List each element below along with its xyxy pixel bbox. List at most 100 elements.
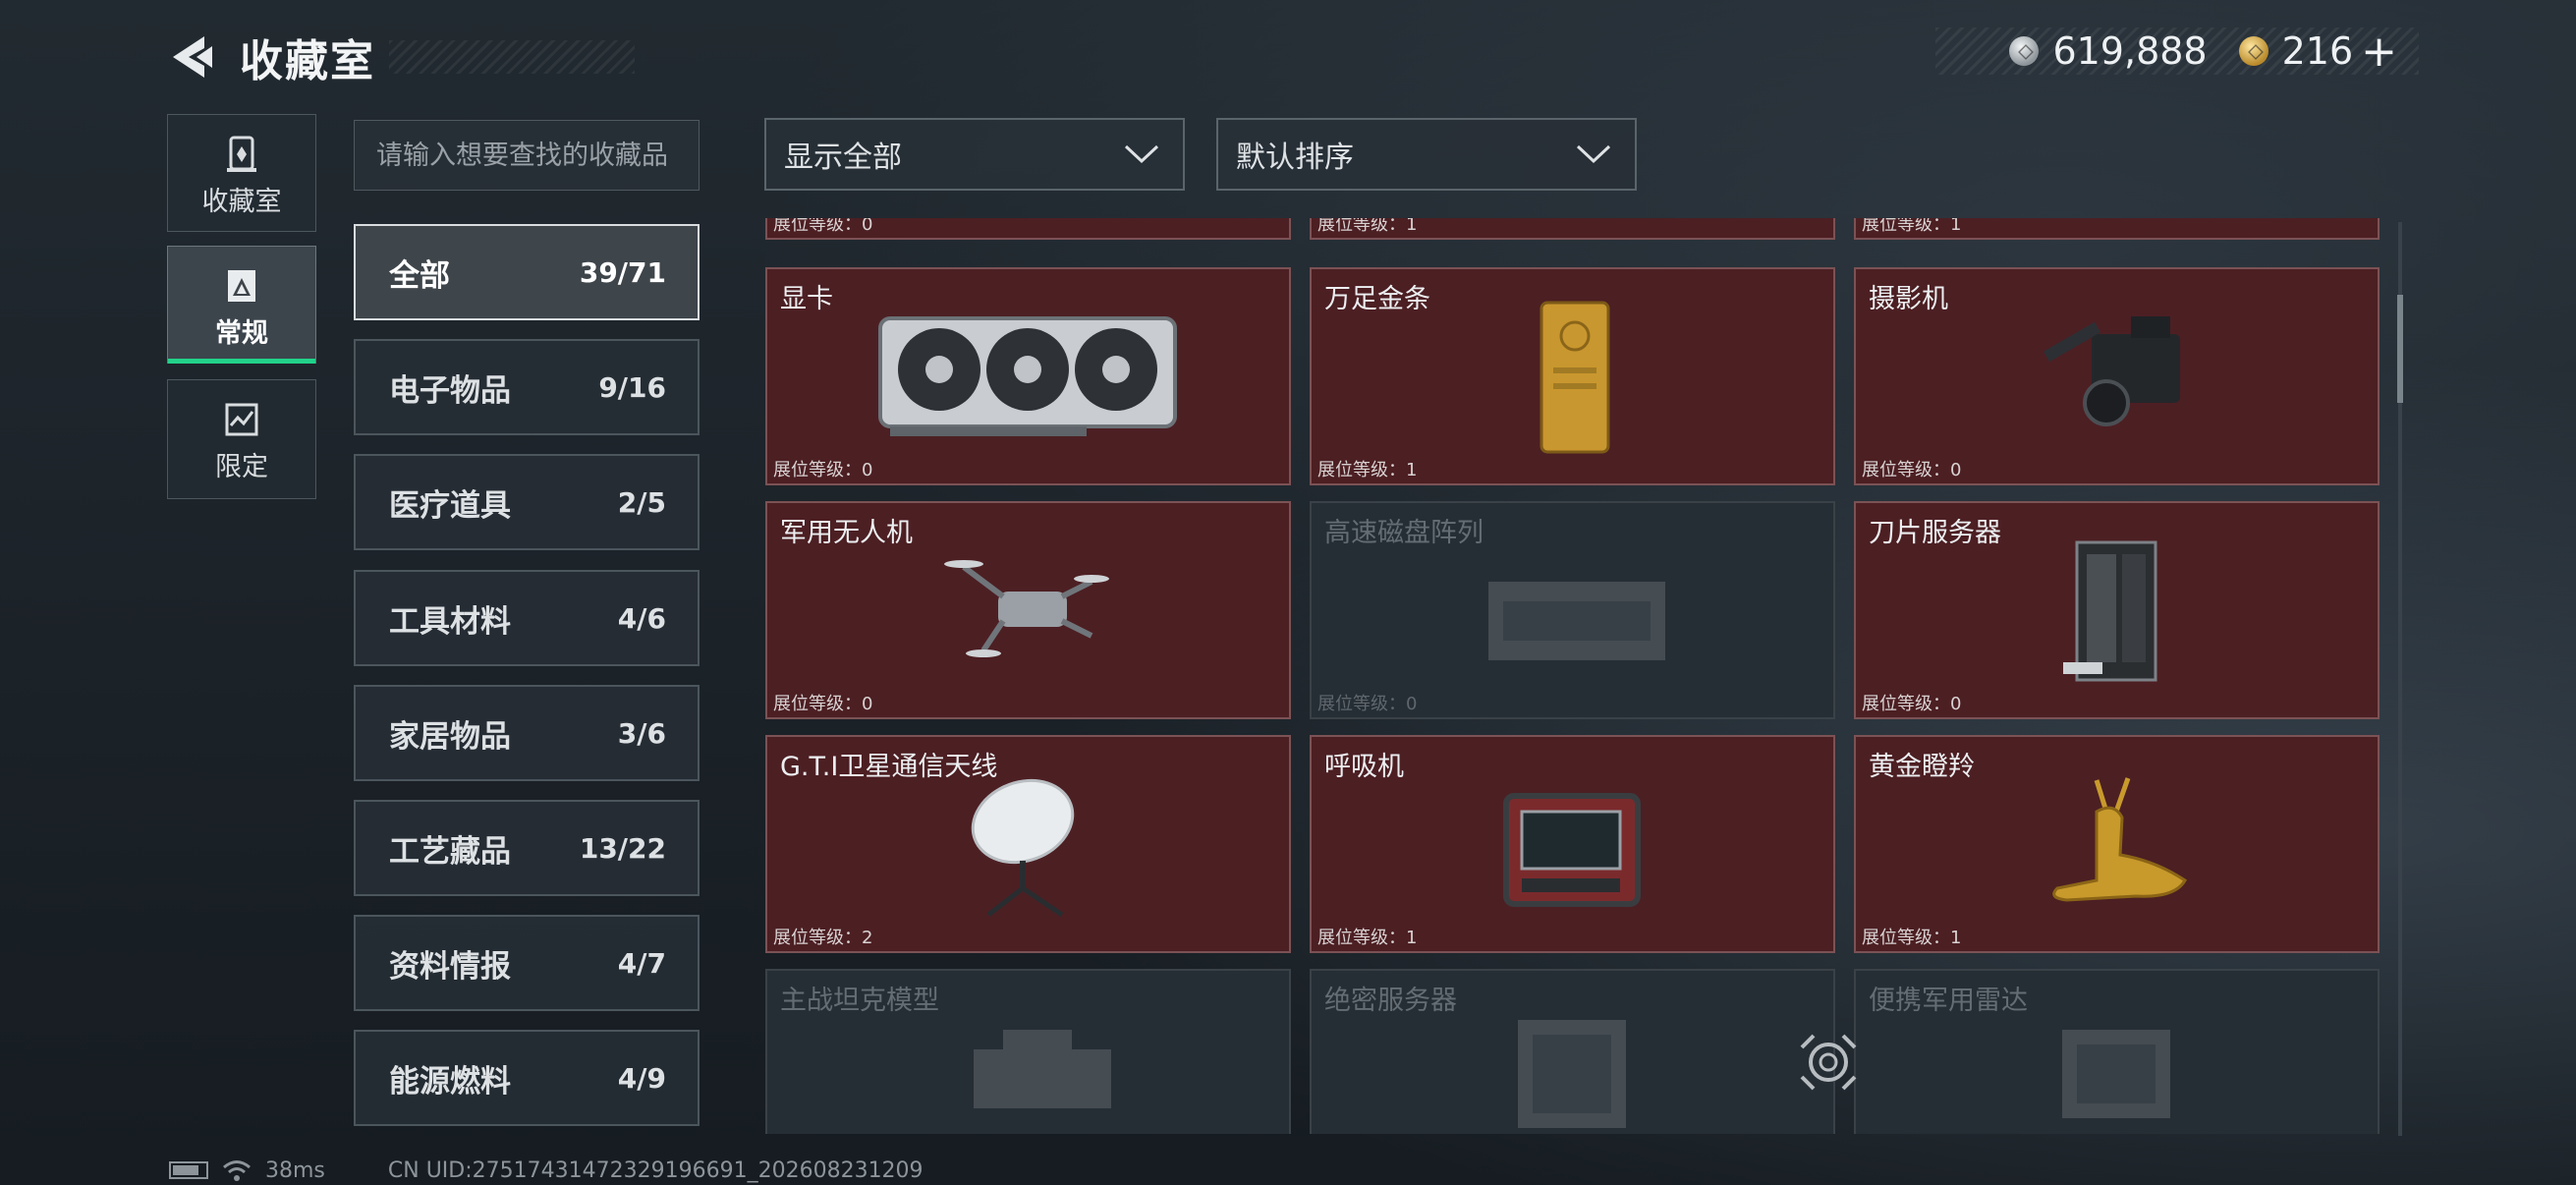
collection-card-secret-server[interactable]: 绝密服务器 [1310, 969, 1835, 1134]
currency-bar: 619,888 216 + [1935, 27, 2419, 77]
silver-coin-amount: 619,888 [2052, 29, 2208, 73]
collection-card-gold-bar[interactable]: 万足金条 展位等级：1 [1310, 267, 1835, 485]
category-household[interactable]: 家居物品 3/6 [354, 685, 700, 781]
collection-card-disk-array[interactable]: 高速磁盘阵列 展位等级：0 [1310, 501, 1835, 719]
booth-level: 展位等级：0 [773, 218, 873, 235]
booth-level: 展位等级：2 [773, 928, 873, 948]
item-name: 黄金瞪羚 [1869, 752, 1975, 782]
grid-scrollbar-thumb[interactable] [2397, 295, 2403, 403]
graphics-card-icon [878, 316, 1177, 436]
tab-regular[interactable]: 常规 [167, 246, 316, 364]
category-count: 39/71 [579, 255, 666, 289]
collection-search-input[interactable] [354, 120, 700, 191]
add-currency-button[interactable]: + [2361, 27, 2397, 77]
tab-limited[interactable]: 限定 [167, 379, 316, 499]
item-name: 呼吸机 [1324, 752, 1404, 782]
category-intel[interactable]: 资料情报 4/7 [354, 915, 700, 1011]
booth-level: 展位等级：0 [1862, 694, 1962, 714]
sort-dropdown[interactable]: 默认排序 [1216, 118, 1637, 191]
battery-icon [169, 1161, 208, 1179]
collection-card-graphics-card[interactable]: 显卡 展位等级：0 [765, 267, 1291, 485]
collection-card-tank-model[interactable]: 主战坦克模型 [765, 969, 1291, 1134]
category-energy[interactable]: 能源燃料 4/9 [354, 1030, 700, 1126]
gold-bar-icon [1540, 301, 1610, 454]
collection-card-video-camera[interactable]: 摄影机 展位等级：0 [1854, 267, 2380, 485]
tab-collection-room[interactable]: 收藏室 [167, 114, 316, 232]
category-name: 电子物品 [389, 372, 511, 409]
target-reticle-icon[interactable] [1794, 1028, 1863, 1097]
tab-label: 收藏室 [201, 187, 282, 217]
collection-card-partial[interactable]: 展位等级：1 [1310, 218, 1835, 240]
category-name: 医疗道具 [389, 487, 511, 524]
video-camera-icon [2044, 316, 2180, 426]
regular-icon [228, 270, 255, 302]
item-name: 摄影机 [1869, 284, 1948, 314]
title-decoration [389, 40, 635, 74]
wifi-icon [223, 1160, 251, 1181]
collection-card-blade-server[interactable]: 刀片服务器 展位等级：0 [1854, 501, 2380, 719]
category-count: 13/22 [579, 831, 666, 865]
drone-icon [944, 560, 1109, 657]
collection-card-partial[interactable]: 展位等级：0 [765, 218, 1291, 240]
tank-model-icon [974, 1030, 1111, 1108]
booth-level: 展位等级：1 [1317, 218, 1418, 235]
category-name: 资料情报 [389, 948, 511, 985]
status-footer: 38ms CN UID:27517431472329196691_2026082… [169, 1156, 924, 1185]
booth-level: 展位等级：0 [1317, 694, 1418, 714]
collection-card-portable-radar[interactable]: 便携军用雷达 [1854, 969, 2380, 1134]
booth-level: 展位等级：1 [1862, 928, 1962, 948]
booth-level: 展位等级：1 [1317, 460, 1418, 480]
collection-card-satellite-antenna[interactable]: G.T.I卫星通信天线 展位等级：2 [765, 735, 1291, 953]
category-count: 2/5 [617, 485, 666, 519]
category-name: 工具材料 [389, 603, 511, 640]
collection-card-drone[interactable]: 军用无人机 展位等级：0 [765, 501, 1291, 719]
ping-value: 38ms [265, 1157, 325, 1183]
booth-level: 展位等级：0 [1862, 460, 1962, 480]
category-count: 4/6 [617, 601, 666, 635]
secret-server-icon [1518, 1020, 1626, 1128]
item-name: 显卡 [780, 284, 833, 314]
category-medical[interactable]: 医疗道具 2/5 [354, 454, 700, 550]
tab-label: 常规 [215, 318, 268, 349]
category-crafts[interactable]: 工艺藏品 13/22 [354, 800, 700, 896]
item-name: 刀片服务器 [1869, 518, 2001, 548]
collection-card-golden-gazelle[interactable]: 黄金瞪羚 展位等级：1 [1854, 735, 2380, 953]
header: 收藏室 [167, 18, 635, 96]
item-name: 主战坦克模型 [780, 986, 939, 1016]
display-filter-value: 显示全部 [784, 141, 902, 175]
portable-radar-icon [2062, 1030, 2170, 1118]
category-count: 4/7 [617, 946, 666, 980]
category-name: 家居物品 [389, 718, 511, 755]
collection-room-icon [227, 136, 256, 172]
tab-label: 限定 [215, 452, 268, 482]
item-name: 高速磁盘阵列 [1324, 518, 1484, 548]
satellite-antenna-icon [971, 778, 1075, 918]
item-name: 绝密服务器 [1324, 986, 1457, 1016]
collection-card-partial[interactable]: 展位等级：1 [1854, 218, 2380, 240]
collection-card-ventilator[interactable]: 呼吸机 展位等级：1 [1310, 735, 1835, 953]
category-count: 3/6 [617, 716, 666, 750]
category-tools[interactable]: 工具材料 4/6 [354, 570, 700, 666]
gold-coin-icon [2238, 36, 2268, 66]
category-name: 能源燃料 [389, 1063, 511, 1100]
category-all[interactable]: 全部 39/71 [354, 224, 700, 320]
user-uid: CN UID:27517431472329196691_202608231209 [387, 1157, 924, 1183]
gold-coin-amount: 216 [2281, 29, 2354, 73]
booth-level: 展位等级：0 [773, 460, 873, 480]
item-name: 万足金条 [1324, 284, 1430, 314]
disk-array-icon [1488, 582, 1665, 660]
booth-level: 展位等级：1 [1862, 218, 1962, 235]
back-arrow-icon[interactable] [167, 32, 216, 82]
category-count: 9/16 [598, 370, 666, 404]
display-filter-dropdown[interactable]: 显示全部 [764, 118, 1185, 191]
category-electronics[interactable]: 电子物品 9/16 [354, 339, 700, 435]
category-name: 工艺藏品 [389, 833, 511, 870]
category-name: 全部 [389, 257, 450, 294]
ventilator-icon [1503, 793, 1641, 907]
golden-gazelle-icon [2052, 777, 2187, 902]
booth-level: 展位等级：0 [773, 694, 873, 714]
item-name: 军用无人机 [780, 518, 913, 548]
chevron-down-icon [1576, 144, 1611, 164]
chevron-down-icon [1124, 144, 1159, 164]
booth-level: 展位等级：1 [1317, 928, 1418, 948]
